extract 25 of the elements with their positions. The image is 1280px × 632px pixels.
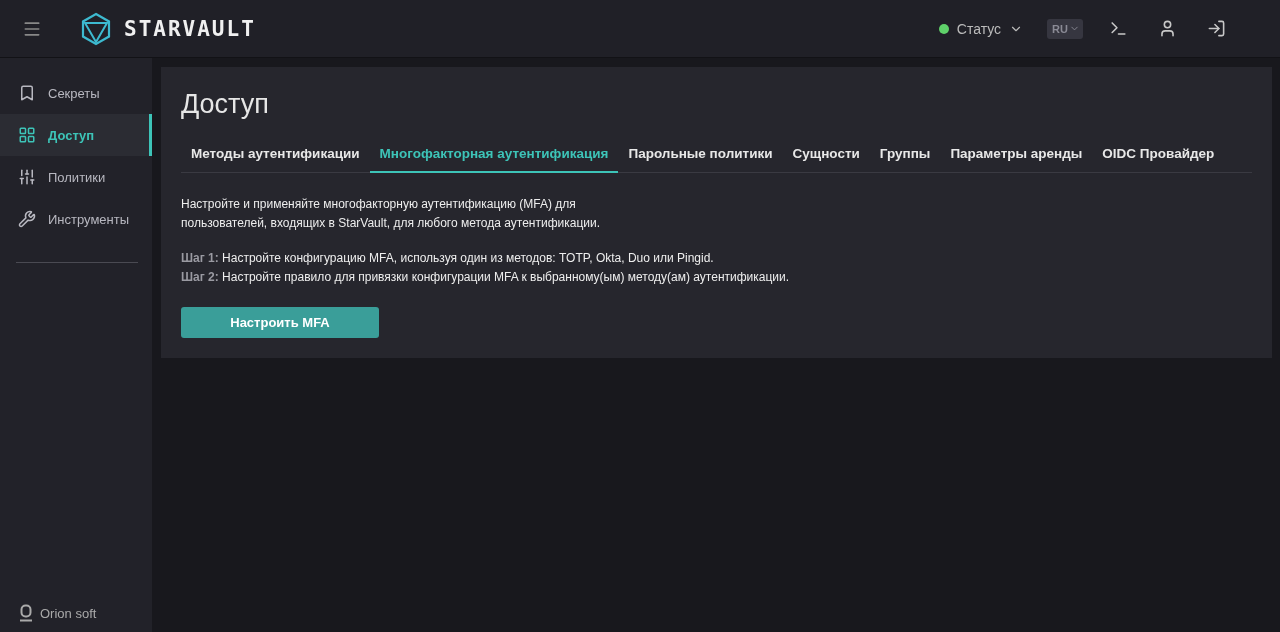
sidebar-item[interactable]: Секреты bbox=[0, 72, 152, 114]
step-text: Шаг 2: Настройте правило для привязки конфигурации MFA к выбранному(ым) методу(ам) аутентификации. bbox=[181, 269, 791, 286]
tab[interactable]: Группы bbox=[869, 138, 941, 173]
tab[interactable]: Сущности bbox=[782, 138, 870, 173]
description-text: Настройте и применяйте многофакторную аутентификацию (MFA) для пользователей, входящих в StarVault, для любого метода аутентификации. bbox=[181, 196, 602, 232]
tab[interactable]: Методы аутентификации bbox=[181, 138, 370, 173]
tab[interactable]: Параметры аренды bbox=[940, 138, 1093, 173]
hexagon-logo-icon bbox=[80, 11, 112, 46]
tab[interactable]: OIDC Провайдер bbox=[1092, 138, 1225, 173]
step-text: Шаг 1: Настройте конфигурацию MFA, используя один из методов: TOTP, Okta, Duo или Pingid. bbox=[181, 250, 715, 267]
sidebar-item[interactable]: Политики bbox=[0, 156, 152, 198]
language-dropdown[interactable]: RU bbox=[1047, 18, 1083, 39]
logo-text: STARVAULT bbox=[124, 16, 256, 41]
tab[interactable]: Парольные политики bbox=[618, 138, 783, 173]
company-name: Orion soft bbox=[40, 605, 97, 621]
sidebar-item[interactable]: Доступ bbox=[0, 114, 152, 156]
sidebar-item[interactable]: Инструменты bbox=[0, 198, 152, 240]
wrench-icon bbox=[18, 210, 36, 228]
status-dropdown[interactable]: Статус bbox=[938, 20, 1024, 37]
page-title: Доступ bbox=[181, 89, 270, 120]
orion-logo-icon bbox=[20, 604, 32, 622]
bookmark-icon bbox=[18, 84, 36, 102]
grid-icon bbox=[18, 126, 36, 144]
tab[interactable]: Многофакторная аутентификация bbox=[369, 138, 619, 173]
sliders-icon bbox=[18, 168, 36, 186]
